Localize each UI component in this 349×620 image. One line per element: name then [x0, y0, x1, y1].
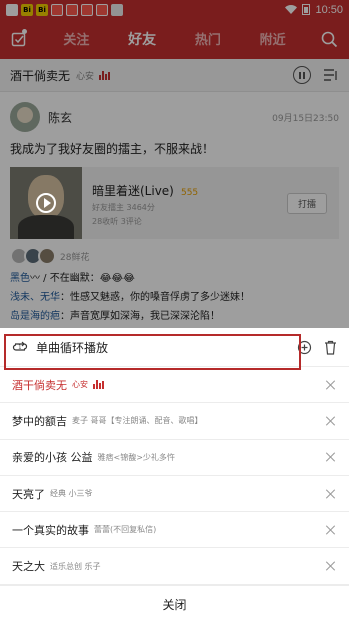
queue-item-artist: 麦子 哥哥【专注朗诵、配音、歌唱】 [72, 416, 203, 426]
remove-icon[interactable] [325, 560, 337, 572]
queue-item-artist: 心安 [72, 380, 88, 390]
playlist-sheet: 1 单曲循环播放 酒干倘卖无 心安 梦中的额吉 麦子 哥哥【专注朗诵、配音、歌唱… [0, 328, 349, 620]
playing-indicator-icon [93, 380, 104, 390]
queue-item[interactable]: 天亮了 经典 小三爷 [0, 476, 349, 513]
highlight-box [4, 334, 301, 370]
remove-icon[interactable] [325, 379, 337, 391]
queue-item-title: 天之大 [12, 560, 45, 574]
queue-item-title: 亲爱的小孩 公益 [12, 451, 93, 465]
queue-item-title: 天亮了 [12, 487, 45, 501]
modal-backdrop[interactable] [0, 0, 349, 328]
queue-item-artist: 蕾蕾(不回复私信) [94, 525, 157, 535]
queue-item-artist: 经典 小三爷 [50, 489, 93, 499]
remove-icon[interactable] [325, 488, 337, 500]
queue-item[interactable]: 天之大 适乐总创 乐子 [0, 548, 349, 585]
queue-item[interactable]: 亲爱的小孩 公益 雅痞<锦馥>少礼多忤 [0, 440, 349, 476]
remove-icon[interactable] [325, 524, 337, 536]
queue-item-artist: 适乐总创 乐子 [50, 561, 101, 571]
queue-item[interactable]: 酒干倘卖无 心安 [0, 367, 349, 404]
remove-icon[interactable] [325, 415, 337, 427]
remove-icon[interactable] [325, 451, 337, 463]
close-button[interactable]: 关闭 [0, 584, 349, 620]
queue-item-title: 酒干倘卖无 [12, 378, 67, 392]
queue-item-title: 一个真实的故事 [12, 523, 89, 537]
playlist-header: 1 单曲循环播放 [0, 328, 349, 370]
queue-item-artist: 雅痞<锦馥>少礼多忤 [97, 452, 175, 462]
play-icon [36, 193, 56, 213]
queue-item-title: 梦中的额吉 [12, 414, 67, 428]
trash-icon[interactable] [324, 340, 337, 355]
queue-item[interactable]: 梦中的额吉 麦子 哥哥【专注朗诵、配音、歌唱】 [0, 403, 349, 440]
queue-item[interactable]: 一个真实的故事 蕾蕾(不回复私信) [0, 512, 349, 549]
